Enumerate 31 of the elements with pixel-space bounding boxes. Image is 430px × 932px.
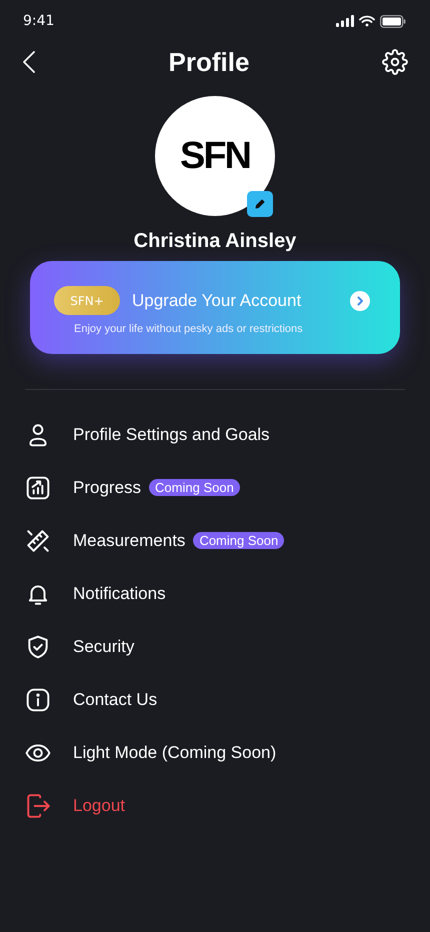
edit-button[interactable] [247, 191, 273, 217]
settings-icon [382, 49, 408, 75]
menu-item[interactable]: Progress [73, 478, 142, 498]
logo-text: SFN [180, 134, 250, 178]
chart-icon [25, 474, 51, 500]
coming-soon-badge: Coming Soon [193, 532, 284, 549]
back-icon [22, 50, 36, 74]
user-name: Christina Ainsley [132, 230, 298, 253]
logout-icon [25, 792, 51, 818]
ruler-icon [25, 528, 51, 554]
menu-item[interactable]: Profile Settings and Goals [73, 424, 270, 444]
signal-icon [336, 15, 354, 27]
status-time: 9:41 [23, 13, 54, 29]
chevron-circle-icon[interactable] [350, 290, 370, 310]
info-icon [25, 686, 51, 712]
pencil-icon [254, 198, 266, 210]
coming-soon-badge: Coming Soon [149, 479, 240, 496]
wifi-icon [359, 15, 375, 27]
plan-tag: SFN+ [54, 286, 120, 315]
page-title: Profile [168, 46, 250, 78]
battery-icon [380, 14, 406, 28]
back-button[interactable] [22, 50, 36, 74]
upgrade-subtitle: Enjoy your life without pesky ads or restrictions [74, 323, 304, 335]
menu-item[interactable]: Notifications [73, 584, 166, 604]
menu-item[interactable]: Light Mode (Coming Soon) [73, 742, 276, 762]
settings-button[interactable] [382, 49, 408, 75]
menu-item[interactable]: Logout [73, 796, 125, 816]
upgrade-title: Upgrade Your Account [132, 290, 302, 310]
menu-item[interactable]: Contact Us [73, 690, 158, 710]
menu-item[interactable]: Security [73, 636, 134, 656]
menu-item[interactable]: Measurements [73, 530, 186, 550]
